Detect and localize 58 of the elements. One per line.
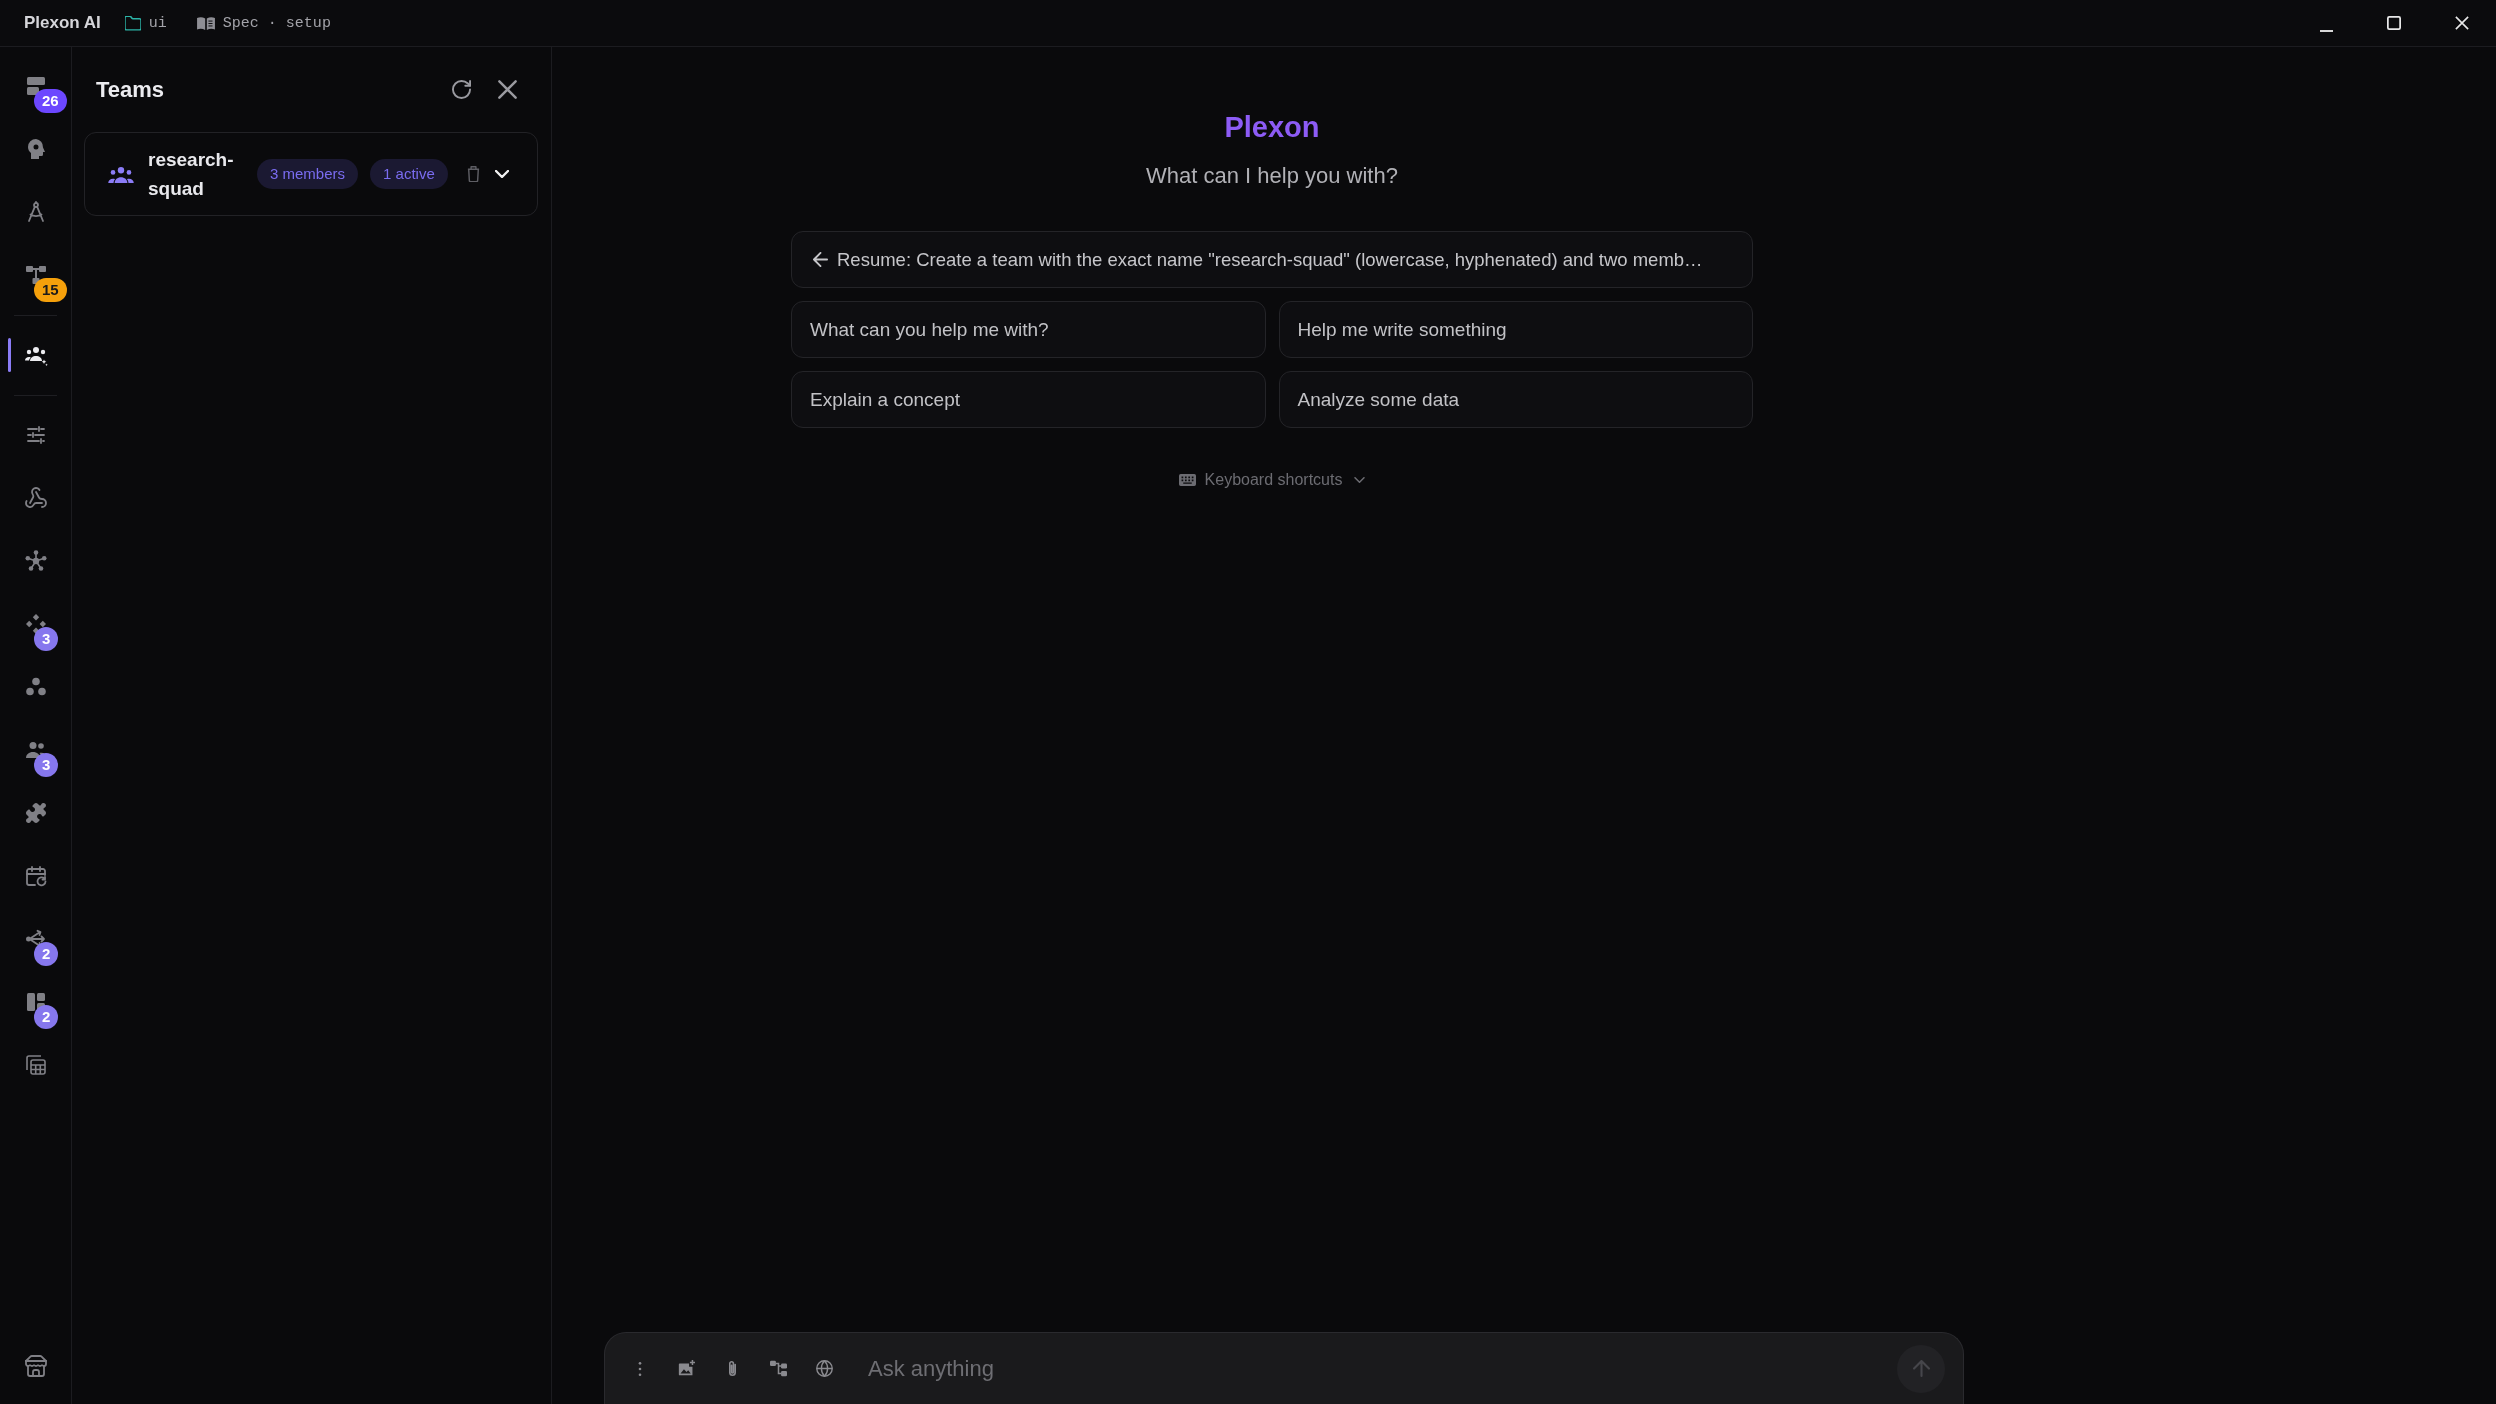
nav-button[interactable]: 3	[24, 738, 59, 777]
message-input[interactable]: Ask anything	[866, 1354, 1883, 1383]
image-plus-icon	[677, 1360, 695, 1377]
webhook-icon	[24, 486, 48, 510]
close-icon	[2455, 16, 2469, 30]
active-count-badge: 1 active	[370, 159, 448, 189]
chevron-down-icon	[1354, 477, 1366, 483]
resume-button[interactable]: Resume: Create a team with the exact name "research-squad" (lowercase, hyphenated) and two memb…	[791, 231, 1753, 288]
arrow-left-icon	[813, 252, 828, 267]
close-icon	[497, 80, 517, 99]
stacked-cards-icon	[24, 74, 48, 98]
brand-title: Plexon	[1224, 110, 1320, 144]
keyboard-icon	[1178, 474, 1196, 486]
nav-button[interactable]: 2	[24, 927, 59, 966]
panel-title: Teams	[96, 76, 165, 103]
folder-icon	[124, 15, 141, 31]
team-name: research-squad	[148, 148, 235, 201]
chevron-down-icon	[494, 170, 509, 178]
team-card[interactable]: research-squad 3 members 1 active	[84, 132, 538, 216]
people-icon	[108, 165, 134, 183]
count-badge: 3	[34, 753, 59, 777]
count-badge: 26	[34, 89, 67, 113]
arrow-up-icon	[1912, 1360, 1930, 1377]
suggestion-button[interactable]: Help me write something	[1278, 301, 1753, 358]
nav-button[interactable]: 26	[24, 74, 67, 113]
trash-icon	[467, 166, 481, 182]
suggestion-button[interactable]: What can you help me with?	[791, 301, 1266, 358]
document-name: Spec · setup	[222, 14, 331, 32]
shortcuts-toggle[interactable]: Keyboard shortcuts	[1174, 469, 1370, 491]
sliders-icon	[24, 423, 48, 447]
nodes-icon	[769, 1360, 787, 1377]
table-grid-icon	[24, 1053, 48, 1077]
paperclip-icon	[727, 1359, 737, 1378]
store-icon	[24, 1354, 48, 1378]
suggestion-button[interactable]: Explain a concept	[791, 371, 1266, 428]
nav-button[interactable]: 2	[24, 990, 59, 1029]
minimize-icon	[2319, 30, 2333, 32]
folder-name: ui	[148, 14, 167, 32]
count-badge: 2	[34, 1005, 59, 1029]
book-icon	[196, 16, 215, 30]
suggestion-button[interactable]: Analyze some data	[1278, 371, 1753, 428]
calendar-refresh-icon	[24, 864, 48, 888]
app-title: Plexon AI	[24, 13, 101, 33]
hub-network-icon	[24, 549, 48, 573]
puzzle-icon	[24, 801, 48, 825]
count-badge: 2	[34, 942, 59, 966]
globe-icon	[815, 1360, 833, 1377]
member-count-badge: 3 members	[257, 159, 359, 189]
maximize-icon	[2387, 16, 2401, 30]
count-badge: 15	[34, 278, 67, 302]
refresh-icon	[451, 80, 471, 99]
count-badge: 3	[34, 627, 59, 651]
nav-button[interactable]: 15	[24, 263, 67, 302]
nav-button[interactable]: 3	[24, 612, 59, 651]
active-indicator	[8, 338, 11, 372]
composer-field[interactable]: Ask anything	[604, 1332, 1964, 1404]
greeting-text: What can I help you with?	[1146, 162, 1398, 190]
more-vertical-icon	[638, 1361, 642, 1376]
